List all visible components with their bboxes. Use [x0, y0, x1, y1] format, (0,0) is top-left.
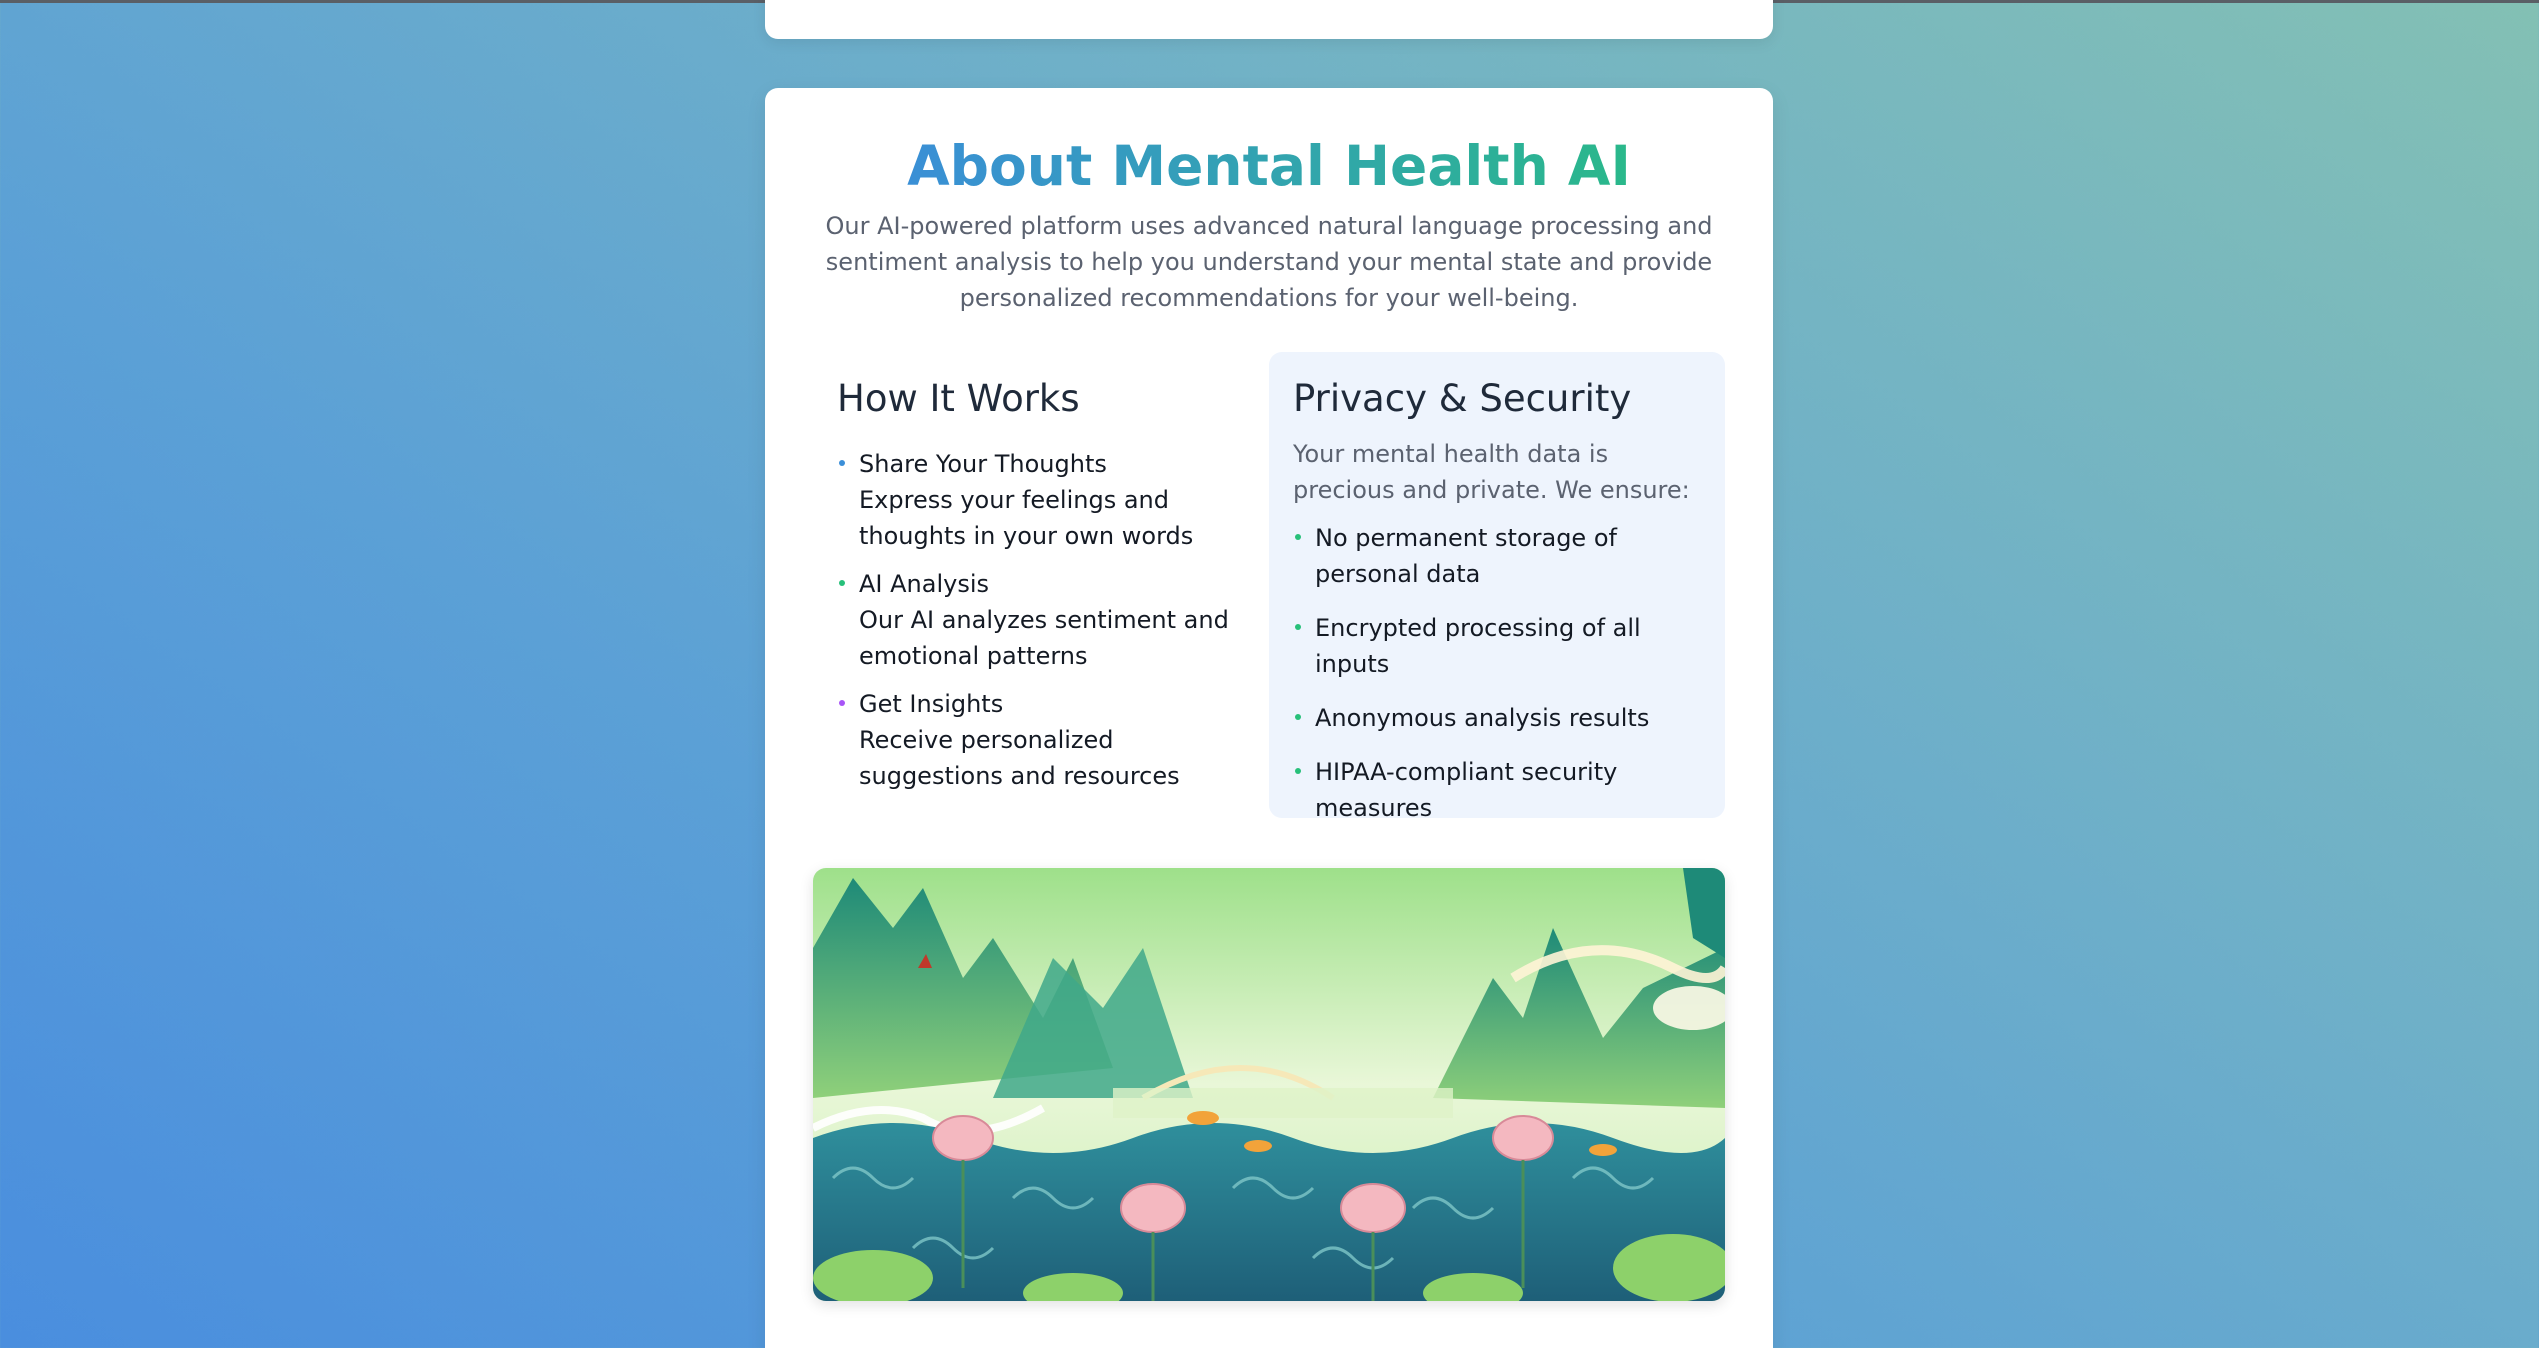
privacy-description: Your mental health data is precious and …: [1293, 440, 1690, 504]
how-it-works-steps: Share Your Thoughts Express your feeling…: [837, 446, 1257, 794]
bullet-icon: [1295, 768, 1301, 774]
step-description: Receive personalized suggestions and res…: [859, 726, 1180, 790]
bullet-icon: [839, 700, 845, 706]
previous-section-card: [765, 0, 1773, 39]
privacy-item: HIPAA-compliant security measures: [1293, 754, 1705, 826]
step-title: Share Your Thoughts: [859, 450, 1107, 478]
about-intro: Our AI-powered platform uses advanced na…: [825, 212, 1713, 312]
step-share-thoughts: Share Your Thoughts Express your feeling…: [837, 446, 1257, 554]
privacy-security-panel: Privacy & Security Your mental health da…: [1269, 352, 1725, 822]
privacy-item: Anonymous analysis results: [1293, 700, 1705, 736]
step-ai-analysis: AI Analysis Our AI analyzes sentiment an…: [837, 566, 1257, 674]
privacy-item: Encrypted processing of all inputs: [1293, 610, 1705, 682]
privacy-heading: Privacy & Security: [1293, 377, 1632, 420]
bullet-icon: [1295, 624, 1301, 630]
how-it-works-section: How It Works Share Your Thoughts Express…: [837, 352, 1257, 806]
bullet-icon: [839, 460, 845, 466]
bullet-icon: [1295, 714, 1301, 720]
landscape-illustration: [813, 868, 1725, 1301]
how-it-works-heading: How It Works: [837, 377, 1080, 420]
about-title: About Mental Health AI: [907, 134, 1631, 198]
step-title: Get Insights: [859, 690, 1004, 718]
step-title: AI Analysis: [859, 570, 990, 598]
privacy-item: No permanent storage of personal data: [1293, 520, 1705, 592]
step-get-insights: Get Insights Receive personalized sugges…: [837, 686, 1257, 794]
bullet-icon: [1295, 534, 1301, 540]
privacy-list: No permanent storage of personal data En…: [1293, 520, 1705, 826]
bullet-icon: [839, 580, 845, 586]
step-description: Express your feelings and thoughts in yo…: [859, 486, 1194, 550]
about-section-card: About Mental Health AI Our AI-powered pl…: [765, 88, 1773, 1348]
step-description: Our AI analyzes sentiment and emotional …: [859, 606, 1229, 670]
